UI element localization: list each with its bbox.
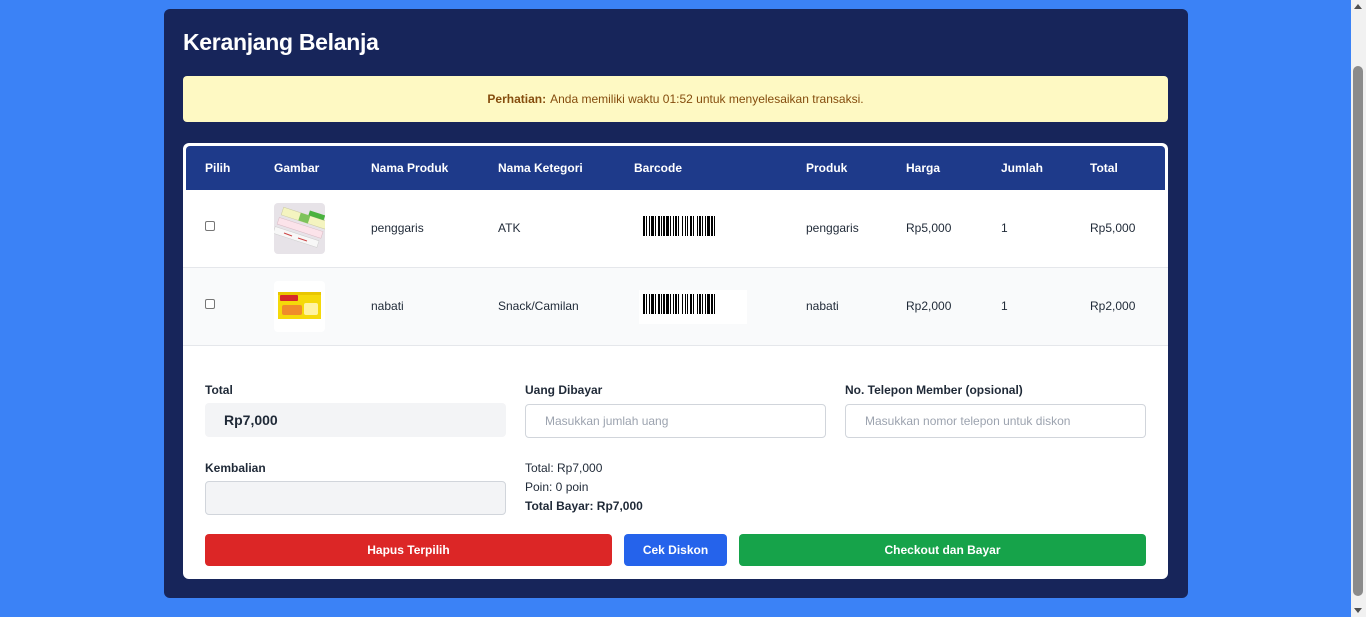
product-price: Rp5,000 [906, 221, 952, 235]
total-value: Rp7,000 [205, 403, 506, 437]
header-produk: Produk [806, 161, 848, 175]
ruler-product-image [274, 203, 325, 254]
header-harga: Harga [906, 161, 941, 175]
header-jumlah: Jumlah [1001, 161, 1044, 175]
summary-grand-total: Total Bayar: Rp7,000 [525, 499, 643, 513]
row-select-checkbox[interactable] [205, 299, 215, 309]
total-label: Total [205, 383, 233, 397]
payment-summary: Total: Rp7,000 Poin: 0 poin Total Bayar:… [525, 459, 643, 516]
product-qty: 1 [1001, 299, 1008, 313]
table-header: Pilih Gambar Nama Produk Nama Ketegori B… [186, 146, 1165, 190]
summary-total: Total: Rp7,000 [525, 461, 603, 475]
snack-product-image [274, 281, 325, 332]
timer-alert: Perhatian: Anda memiliki waktu 01:52 unt… [183, 76, 1168, 122]
header-gambar: Gambar [274, 161, 320, 175]
product-category: ATK [498, 221, 521, 235]
cart-card: Pilih Gambar Nama Produk Nama Ketegori B… [183, 143, 1168, 579]
table-row: nabati Snack/Camilan nabati Rp2,000 1 Rp… [183, 268, 1168, 346]
barcode-image [639, 290, 747, 324]
scroll-up-icon[interactable] [1354, 4, 1362, 9]
product-total: Rp2,000 [1090, 299, 1136, 313]
product-label: nabati [806, 299, 839, 313]
table-row: penggaris ATK penggaris Rp5,000 1 Rp5,00… [183, 190, 1168, 268]
header-pilih: Pilih [205, 161, 231, 175]
paid-amount-input[interactable]: Masukkan jumlah uang [525, 404, 826, 438]
row-select-checkbox[interactable] [205, 221, 215, 231]
change-field [205, 481, 506, 515]
change-label: Kembalian [205, 461, 266, 475]
phone-label: No. Telepon Member (opsional) [845, 383, 1023, 397]
product-name: nabati [371, 299, 404, 313]
alert-message: Anda memiliki waktu 01:52 untuk menyeles… [550, 92, 864, 106]
check-discount-button[interactable]: Cek Diskon [624, 534, 727, 566]
header-nama-produk: Nama Produk [371, 161, 449, 175]
product-qty: 1 [1001, 221, 1008, 235]
product-category: Snack/Camilan [498, 299, 579, 313]
delete-selected-button[interactable]: Hapus Terpilih [205, 534, 612, 566]
checkout-button[interactable]: Checkout dan Bayar [739, 534, 1146, 566]
summary-points: Poin: 0 poin [525, 480, 589, 494]
product-name: penggaris [371, 221, 424, 235]
product-total: Rp5,000 [1090, 221, 1136, 235]
page-title: Keranjang Belanja [183, 29, 379, 55]
header-barcode: Barcode [634, 161, 683, 175]
product-label: penggaris [806, 221, 859, 235]
barcode-image [639, 212, 747, 246]
alert-label: Perhatian: [487, 92, 547, 106]
cart-panel: Keranjang Belanja Perhatian: Anda memili… [164, 9, 1188, 598]
paid-label: Uang Dibayar [525, 383, 603, 397]
scroll-down-icon[interactable] [1354, 608, 1362, 613]
header-nama-kategori: Nama Ketegori [498, 161, 583, 175]
product-price: Rp2,000 [906, 299, 952, 313]
scrollbar-thumb[interactable] [1353, 66, 1363, 596]
member-phone-input[interactable]: Masukkan nomor telepon untuk diskon [845, 404, 1146, 438]
page-scrollbar[interactable] [1351, 0, 1366, 617]
header-total: Total [1090, 161, 1118, 175]
